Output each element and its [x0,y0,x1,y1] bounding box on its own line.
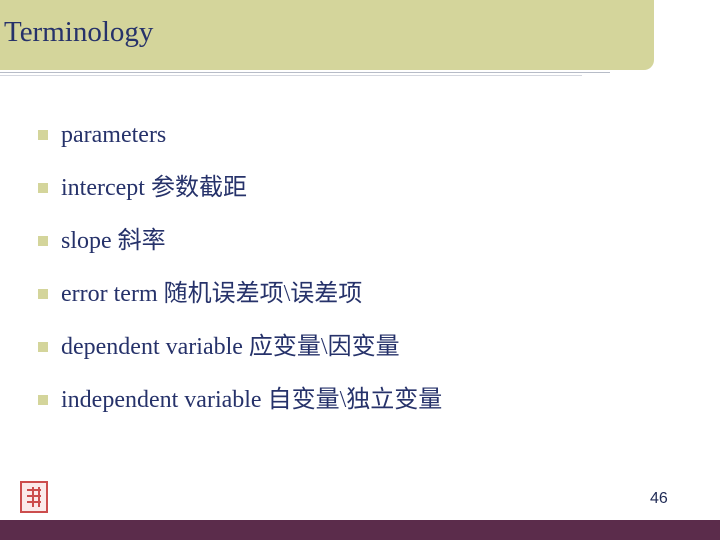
red-seal-logo-icon [20,481,48,513]
bullet-square-icon [38,183,48,193]
bullet-item-independent-variable: independent variable 自变量\独立变量 [38,383,442,417]
bullet-item-parameters: parameters [38,118,166,152]
bullet-text: independent variable 自变量\独立变量 [61,387,443,413]
bullet-text: error term 随机误差项\误差项 [61,281,363,307]
page-number: 46 [650,490,668,507]
footer-bar [0,520,720,540]
bullet-item-slope: slope 斜率 [38,224,166,258]
bullet-text: dependent variable 应变量\因变量 [61,334,400,360]
bullet-item-intercept: intercept 参数截距 [38,171,247,205]
bullet-square-icon [38,289,48,299]
bullet-item-dependent-variable: dependent variable 应变量\因变量 [38,330,400,364]
bullet-square-icon [38,342,48,352]
bullet-text: slope 斜率 [61,228,166,254]
bullet-text: parameters [61,122,167,148]
bullet-square-icon [38,395,48,405]
bullet-item-error-term: error term 随机误差项\误差项 [38,277,362,311]
bullet-square-icon [38,236,48,246]
bullet-text: intercept 参数截距 [61,175,247,201]
bullet-square-icon [38,130,48,140]
slide-content: parameters intercept 参数截距 slope 斜率 error… [0,0,720,540]
